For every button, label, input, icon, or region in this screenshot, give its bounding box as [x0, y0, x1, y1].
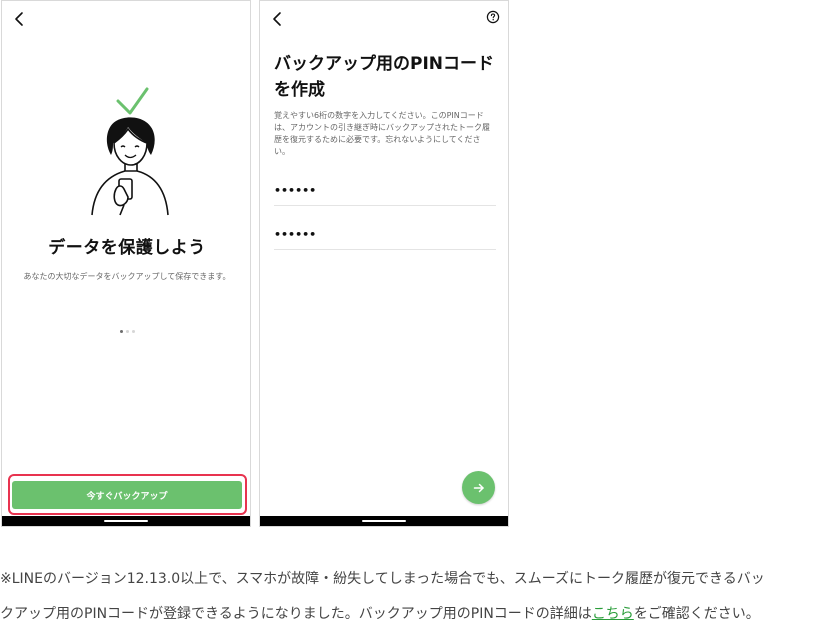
chevron-left-icon — [15, 12, 23, 26]
caption-line-2: クアップ用のPINコードが登録できるようになりました。バックアップ用のPINコー… — [0, 597, 840, 627]
home-indicator[interactable] — [104, 520, 148, 522]
page-description: あなたの大切なデータをバックアップして保存できます。 — [23, 272, 231, 281]
page-title: バックアップ用のPINコードを作成 — [274, 54, 495, 100]
caption-text: クアップ用のPINコードが登録できるようになりました。バックアップ用のPINコー… — [0, 606, 592, 622]
page-dot-active — [119, 330, 123, 333]
pin-confirm-input[interactable]: •••••• — [274, 226, 496, 250]
system-navigation-bar — [260, 516, 508, 526]
caption-text: をご確認ください。 — [633, 606, 760, 622]
page-dot — [131, 330, 135, 333]
woman-with-phone-illustration — [80, 85, 180, 219]
article-caption: ※LINEのバージョン12.13.0以上で、スマホが故障・紛失してしまった場合で… — [0, 562, 840, 627]
question-circle-icon — [486, 10, 500, 24]
next-button[interactable] — [462, 471, 495, 504]
page-title: データを保護しよう — [48, 238, 206, 258]
caption-line-1: ※LINEのバージョン12.13.0以上で、スマホが故障・紛失してしまった場合で… — [0, 571, 765, 587]
chevron-left-icon — [273, 12, 281, 26]
pin-input[interactable]: •••••• — [274, 182, 496, 206]
arrow-right-icon — [473, 483, 484, 492]
backup-now-button[interactable]: 今すぐバックアップ — [12, 481, 242, 509]
illustration-icon — [91, 87, 169, 216]
page-description: 覚えやすい6桁の数字を入力してください。このPINコードは、アカウントの引き継ぎ… — [274, 111, 490, 156]
checkmark-icon — [116, 87, 149, 115]
home-indicator[interactable] — [362, 520, 406, 522]
details-link[interactable]: こちら — [592, 606, 634, 622]
page-dot — [125, 330, 129, 333]
phone-screen-backup-intro: データを保護しよう あなたの大切なデータをバックアップして保存できます。 今すぐ… — [1, 0, 251, 527]
system-navigation-bar — [2, 516, 250, 526]
page-indicator — [2, 330, 250, 333]
back-button[interactable] — [268, 9, 288, 29]
help-button[interactable] — [486, 10, 500, 24]
phone-screen-create-pin: バックアップ用のPINコードを作成 覚えやすい6桁の数字を入力してください。この… — [259, 0, 509, 527]
back-button[interactable] — [10, 9, 30, 29]
